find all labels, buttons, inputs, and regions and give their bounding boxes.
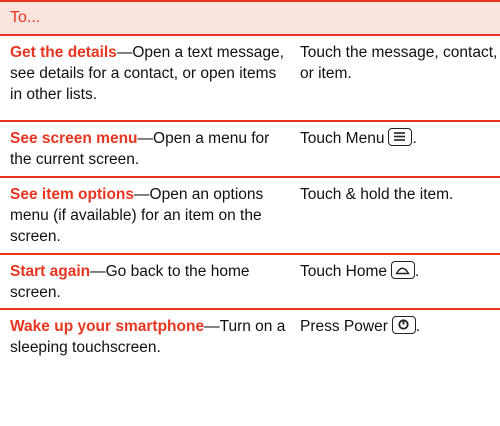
row-description-cell: See screen menu—Open a menu for the curr… bbox=[0, 122, 290, 176]
table-header: To... bbox=[0, 0, 500, 34]
row-action-cell: Press Power. bbox=[300, 316, 421, 335]
row-title: See item options bbox=[10, 186, 135, 203]
table-row: Start again—Go back to the home screen. … bbox=[0, 253, 500, 308]
row-action: Touch & hold the item. bbox=[300, 186, 454, 203]
tips-table: To... Get the details—Open a text messag… bbox=[0, 0, 500, 380]
row-title: Start again bbox=[10, 263, 91, 280]
row-action: Press Power bbox=[300, 318, 388, 335]
row-action-cell: Touch Home. bbox=[300, 261, 420, 280]
row-action: Touch Menu bbox=[300, 130, 385, 147]
row-title: Wake up your smartphone bbox=[10, 318, 205, 335]
header-label: To... bbox=[10, 9, 41, 26]
table-row: Wake up your smartphone—Turn on a sleepi… bbox=[0, 308, 500, 380]
row-description-cell: Wake up your smartphone—Turn on a sleepi… bbox=[0, 310, 290, 380]
row-title: Get the details bbox=[10, 44, 117, 61]
row-description-cell: Start again—Go back to the home screen. bbox=[0, 255, 290, 308]
row-description-cell: See item options—Open an options menu (i… bbox=[0, 178, 290, 253]
row-action: Touch the message, contact, or item. bbox=[300, 44, 498, 82]
table-row: See screen menu—Open a menu for the curr… bbox=[0, 120, 500, 176]
power-key-icon bbox=[391, 316, 416, 334]
menu-key-icon bbox=[388, 128, 413, 146]
row-title: See screen menu bbox=[10, 130, 138, 147]
row-action-cell: Touch Menu. bbox=[300, 128, 417, 147]
table-row: Get the details—Open a text message, see… bbox=[0, 34, 500, 120]
home-key-icon bbox=[391, 261, 416, 279]
row-description-cell: Get the details—Open a text message, see… bbox=[0, 36, 290, 120]
row-action-cell: Touch the message, contact, or item. bbox=[290, 36, 500, 120]
row-action: Touch Home bbox=[300, 263, 388, 280]
table-row: See item options—Open an options menu (i… bbox=[0, 176, 500, 253]
row-action-cell: Touch & hold the item. bbox=[290, 178, 500, 253]
